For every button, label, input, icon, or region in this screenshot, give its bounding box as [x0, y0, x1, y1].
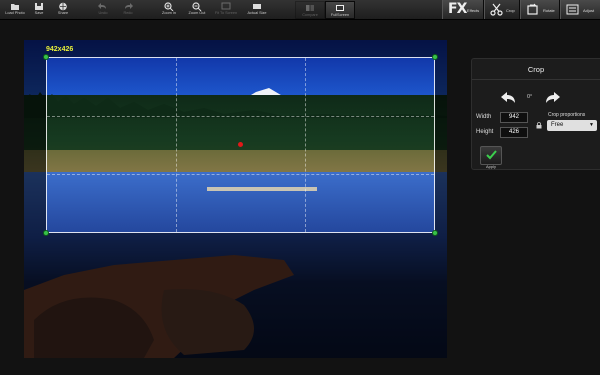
compare-icon: [306, 5, 314, 11]
crop-label: Crop: [506, 8, 515, 13]
compare-label: Compare: [302, 13, 318, 17]
zoom-out-icon: [192, 2, 202, 11]
fit-screen-icon: [221, 2, 231, 10]
disk-icon: [35, 3, 43, 10]
adjust-icon: [566, 4, 579, 15]
crop-proportions-label: Crop proportions: [548, 112, 586, 118]
crop-proportions-value: Free: [551, 122, 564, 128]
adjust-label: Adjust: [583, 8, 595, 13]
crop-mask-bottom: [24, 233, 447, 358]
rotate-right-icon[interactable]: [543, 91, 561, 105]
fit-to-screen-label: Fit To Screen: [214, 11, 238, 15]
crop-handle-top-left[interactable]: [43, 54, 49, 60]
zoom-in-label: Zoom In: [162, 11, 176, 15]
share-label: Share: [57, 11, 69, 15]
rotate-icon: [527, 3, 538, 15]
fullscreen-button[interactable]: FullScreen: [325, 1, 355, 19]
crop-size-label: 942x426: [46, 46, 74, 53]
effects-label: Effects: [467, 8, 480, 13]
zoom-in-icon: [164, 2, 174, 11]
actual-size-icon: [253, 4, 261, 9]
share-button[interactable]: Share: [48, 0, 78, 20]
rotate-label: Rotate: [543, 8, 555, 13]
crop-handle-bottom-right[interactable]: [432, 230, 438, 236]
rotate-tool-button[interactable]: Rotate: [520, 0, 560, 19]
crop-panel: Crop 0° Width 942 Height 426 Crop propor…: [471, 58, 600, 170]
zoom-out-button[interactable]: Zoom Out: [182, 0, 212, 20]
redo-icon: [125, 3, 133, 9]
fit-to-screen-button[interactable]: Fit To Screen: [211, 0, 241, 20]
checkmark-icon: [485, 150, 497, 160]
lock-icon[interactable]: [536, 122, 542, 129]
crop-mask-right: [435, 57, 447, 233]
actual-size-label: Actual Size: [247, 11, 267, 15]
scissors-icon: [490, 3, 503, 16]
fullscreen-icon: [336, 5, 344, 11]
globe-icon: [59, 2, 67, 11]
main-toolbar: Load Photo Save Share Undo Redo Zoom In …: [0, 0, 600, 20]
width-label: Width: [476, 114, 492, 120]
undo-icon: [98, 3, 106, 9]
crop-proportions-select[interactable]: Free ▼: [547, 120, 597, 131]
crop-handle-bottom-left[interactable]: [43, 230, 49, 236]
crop-mask-top: [24, 40, 447, 57]
height-label: Height: [476, 129, 494, 135]
adjust-tool-button[interactable]: Adjust: [560, 0, 600, 19]
redo-label: Redo: [123, 11, 133, 15]
fx-logo-text: FX: [448, 1, 467, 17]
crop-grid-line: [304, 58, 306, 232]
photo-canvas[interactable]: 942x426: [24, 40, 447, 358]
crop-grid-line: [47, 115, 434, 117]
zoom-in-button[interactable]: Zoom In: [154, 0, 184, 20]
rotate-left-icon[interactable]: [500, 91, 518, 105]
chevron-down-icon: ▼: [589, 122, 594, 128]
apply-button[interactable]: Apply: [480, 146, 502, 169]
rotation-angle: 0°: [527, 94, 533, 100]
effects-button[interactable]: FX Effects: [442, 0, 484, 19]
zoom-out-label: Zoom Out: [188, 11, 206, 15]
crop-mask-left: [24, 57, 46, 233]
crop-grid-line: [47, 173, 434, 175]
crop-panel-title: Crop: [527, 65, 545, 74]
actual-size-button[interactable]: Actual Size: [242, 0, 272, 20]
crop-handle-top-right[interactable]: [432, 54, 438, 60]
compare-button[interactable]: Compare: [295, 1, 325, 19]
apply-label: Apply: [485, 164, 496, 169]
crop-grid-line: [175, 58, 177, 232]
fullscreen-label: FullScreen: [330, 13, 350, 17]
redo-button[interactable]: Redo: [113, 0, 143, 20]
panel-divider: [472, 79, 600, 80]
crop-center-marker[interactable]: [238, 142, 243, 147]
width-field[interactable]: 942: [500, 112, 528, 123]
height-field[interactable]: 426: [500, 127, 528, 138]
folder-icon: [11, 4, 19, 10]
crop-tool-button[interactable]: Crop: [484, 0, 520, 19]
